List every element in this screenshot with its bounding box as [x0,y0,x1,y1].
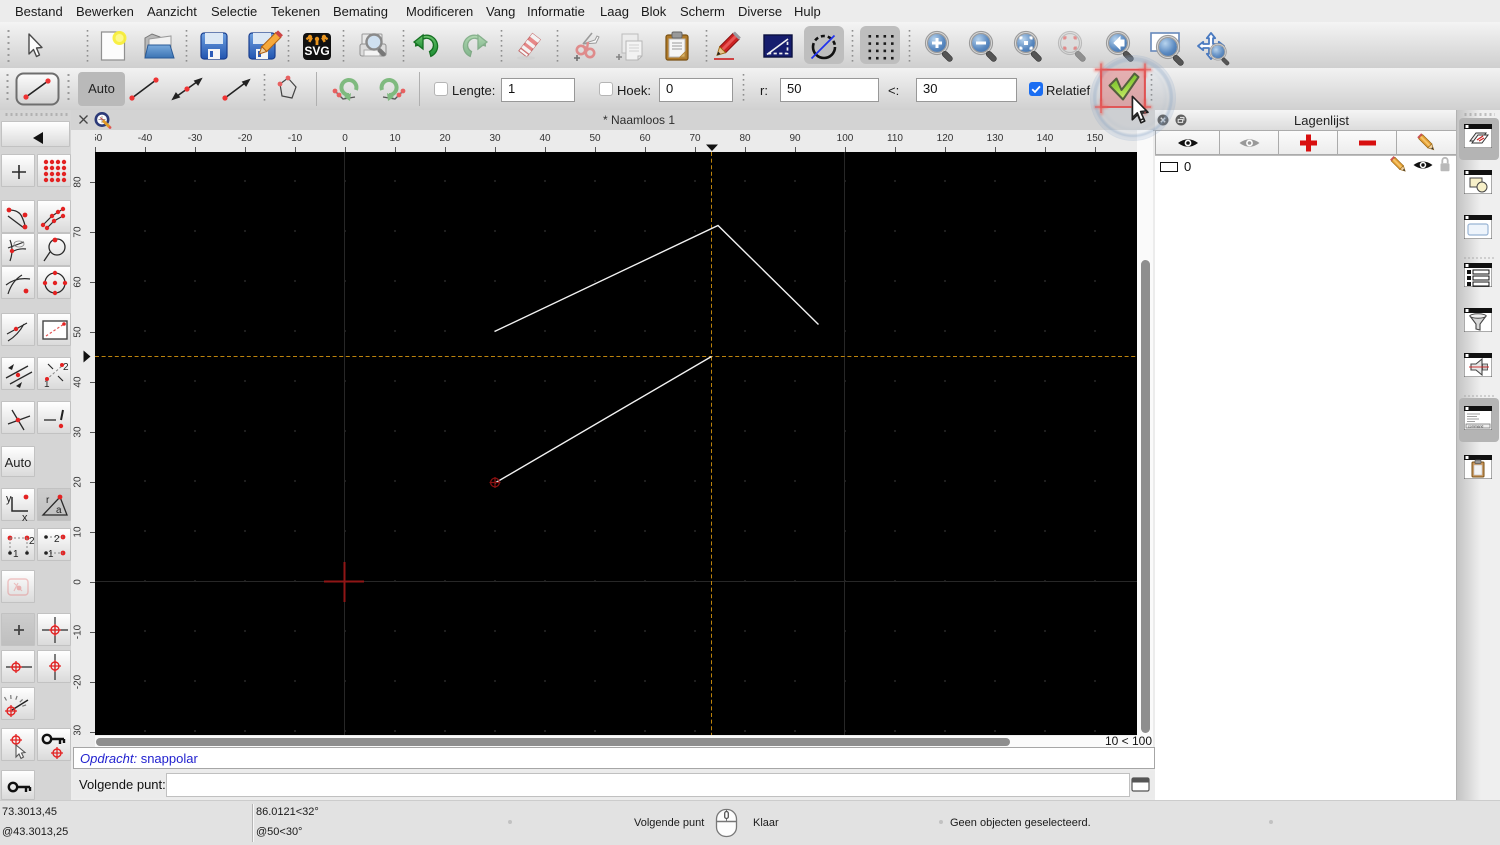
svg-text:1: 1 [13,549,19,560]
svg-text:2: 2 [63,362,69,373]
svg-text:2: 2 [54,534,60,545]
svg-text:command: command [1468,425,1483,429]
svg-text:r: r [46,495,50,506]
svg-text:1: 1 [48,549,54,560]
svg-text:SVG: SVG [304,44,329,58]
svg-text:y: y [6,493,12,505]
svg-text:2: 2 [29,536,35,547]
svg-text:a: a [56,505,62,516]
svg-text:x: x [22,512,28,522]
